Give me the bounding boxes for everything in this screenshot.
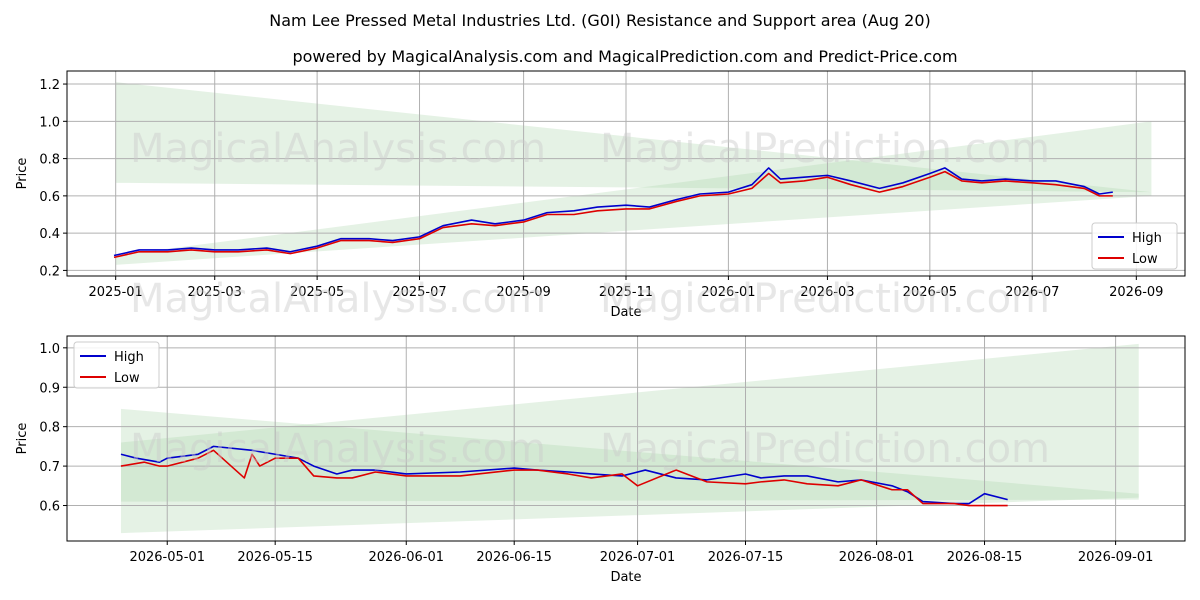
x-tick-label: 2026-09-01 bbox=[1078, 550, 1154, 565]
y-tick-label: 0.8 bbox=[39, 421, 60, 436]
watermark-right: MagicalPrediction.com bbox=[600, 126, 1050, 172]
watermark-right-2: MagicalPrediction.com bbox=[600, 276, 1050, 322]
x-tick-label: 2026-05-01 bbox=[129, 550, 205, 565]
y-tick-label: 0.6 bbox=[39, 500, 60, 515]
watermark-right-3: MagicalPrediction.com bbox=[600, 426, 1050, 472]
y-tick-label: 1.2 bbox=[39, 78, 60, 93]
x-tick-label: 2026-08-01 bbox=[839, 550, 915, 565]
legend: High Low bbox=[73, 341, 160, 389]
x-tick-label: 2026-08-15 bbox=[947, 550, 1023, 565]
x-axis-label: Date bbox=[610, 570, 641, 585]
x-tick-label: 2026-06-15 bbox=[476, 550, 552, 565]
y-axis-label: Price bbox=[15, 158, 30, 190]
y-tick-label: 0.9 bbox=[39, 381, 60, 396]
legend-label-low: Low bbox=[1132, 252, 1158, 267]
chart-subtitle: powered by MagicalAnalysis.com and Magic… bbox=[292, 47, 957, 66]
figure: Nam Lee Pressed Metal Industries Ltd. (G… bbox=[15, 11, 1186, 585]
y-tick-label: 1.0 bbox=[39, 115, 60, 130]
legend: High Low bbox=[1091, 222, 1178, 270]
y-axis-label: Price bbox=[15, 423, 30, 455]
y-tick-label: 0.8 bbox=[39, 153, 60, 168]
x-tick-label: 2026-05-15 bbox=[237, 550, 313, 565]
x-tick-label: 2026-06-01 bbox=[368, 550, 444, 565]
legend-label-high: High bbox=[1132, 231, 1162, 246]
watermark-left: MagicalAnalysis.com bbox=[130, 126, 546, 172]
watermark-left-3: MagicalAnalysis.com bbox=[130, 426, 546, 472]
legend-label-low: Low bbox=[114, 371, 140, 386]
y-tick-label: 0.4 bbox=[39, 227, 60, 242]
x-tick-label: 2026-09 bbox=[1109, 285, 1163, 300]
x-tick-label: 2026-07-01 bbox=[600, 550, 676, 565]
chart-title: Nam Lee Pressed Metal Industries Ltd. (G… bbox=[269, 11, 931, 30]
y-tick-label: 0.6 bbox=[39, 190, 60, 205]
legend-label-high: High bbox=[114, 350, 144, 365]
x-tick-label: 2026-07-15 bbox=[708, 550, 784, 565]
y-tick-label: 0.2 bbox=[39, 264, 60, 279]
watermark-left-2: MagicalAnalysis.com bbox=[130, 276, 546, 322]
y-tick-label: 0.7 bbox=[39, 460, 60, 475]
y-tick-label: 1.0 bbox=[39, 342, 60, 357]
